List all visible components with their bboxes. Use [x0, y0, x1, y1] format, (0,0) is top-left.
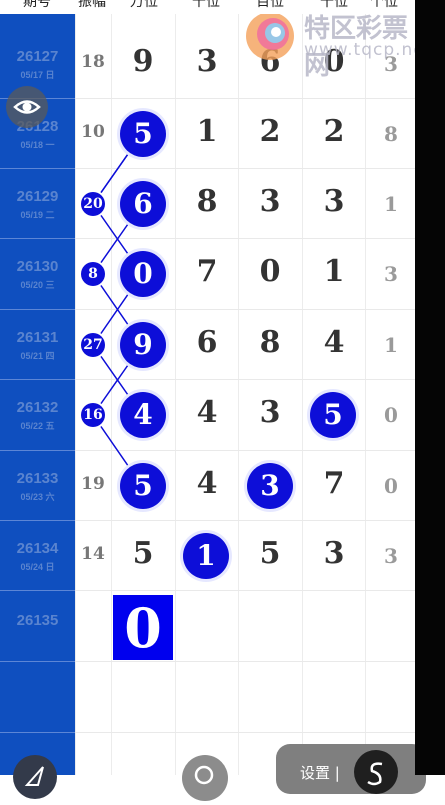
site-logo: 特区彩票网 www.tqcp.net: [242, 8, 433, 81]
hit-ball: 5: [310, 392, 356, 438]
hit-ball: 0: [120, 251, 166, 297]
header-units: 个位: [370, 0, 398, 10]
hit-ball: 4: [120, 392, 166, 438]
hit-ball: 6: [120, 181, 166, 227]
hit-ball: 5: [120, 463, 166, 509]
hit-ball: 9: [120, 322, 166, 368]
trend-lines: [92, 133, 143, 487]
gap-tag: 8: [81, 262, 105, 286]
hit-ball: 1: [183, 533, 229, 579]
hit-ball: 5: [120, 111, 166, 157]
gap-tag: 20: [81, 192, 105, 216]
header-ten-thousands: 万位: [130, 0, 158, 10]
header-thousands: 千位: [192, 0, 220, 10]
gap-tag: 16: [81, 403, 105, 427]
gap-tag: 27: [81, 333, 105, 357]
hit-ball: 3: [247, 463, 293, 509]
header-hundreds: 百位: [256, 0, 284, 10]
logo-swirl-icon: [246, 12, 294, 60]
logo-url: www.tqcp.net: [304, 40, 433, 60]
table-header: 期号 振幅 万位 千位 百位 十位 个位: [0, 0, 445, 14]
screen-edge: [415, 0, 445, 775]
